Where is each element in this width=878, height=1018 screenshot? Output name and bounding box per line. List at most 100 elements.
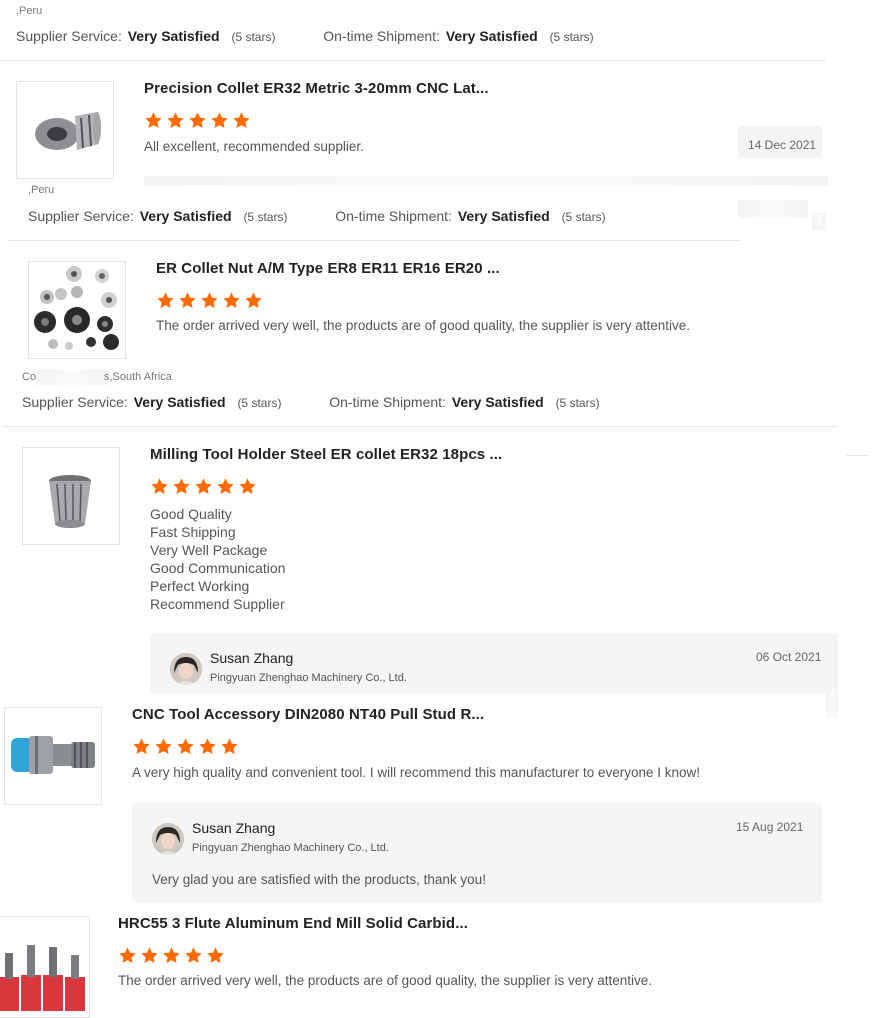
review-text: Good Quality Fast Shipping Very Well Pac… (150, 505, 285, 613)
review-line: Very Well Package (150, 542, 268, 558)
star-icon (200, 291, 219, 310)
supplier-service-label: Supplier Service: (28, 208, 134, 224)
rating-details: Supplier Service: Very Satisfied (5 star… (22, 394, 600, 410)
star-icon (244, 291, 263, 310)
star-icon (166, 111, 185, 130)
reply-text: Very glad you are satisfied with the pro… (152, 872, 486, 887)
star-rating (132, 737, 239, 756)
product-thumbnail[interactable] (4, 707, 102, 805)
divider (2, 426, 838, 427)
avatar (152, 823, 184, 855)
star-icon (156, 291, 175, 310)
blurred-area (144, 176, 828, 186)
product-title[interactable]: Milling Tool Holder Steel ER collet ER32… (150, 446, 502, 463)
shipment-value: Very Satisfied (451, 394, 544, 410)
star-icon (162, 946, 181, 965)
review-line: Fast Shipping (150, 524, 236, 540)
reviewer-country: ,Peru (28, 184, 55, 196)
supplier-service-label: Supplier Service: (22, 394, 128, 410)
supplier-service-stars: (5 stars) (231, 30, 276, 44)
shipment-label: On-time Shipment: (323, 28, 440, 44)
star-icon (132, 737, 151, 756)
star-icon (232, 111, 251, 130)
product-title[interactable]: CNC Tool Accessory DIN2080 NT40 Pull Stu… (132, 706, 484, 723)
reply-date: 15 Aug 2021 (736, 820, 804, 834)
shipment-label: On-time Shipment: (335, 208, 452, 224)
blurred-area (812, 212, 826, 230)
star-icon (172, 477, 191, 496)
reply-author: Susan Zhang (192, 820, 276, 836)
star-icon (140, 946, 159, 965)
supplier-service-label: Supplier Service: (16, 28, 122, 44)
review-text: The order arrived very well, the product… (156, 318, 691, 333)
star-icon (206, 946, 225, 965)
review-line: Recommend Supplier (150, 596, 285, 612)
supplier-service-value: Very Satisfied (127, 28, 220, 44)
star-icon (184, 946, 203, 965)
rating-details: Supplier Service: Very Satisfied (5 star… (16, 28, 594, 44)
end-mill-image (0, 917, 89, 1017)
shipment-stars: (5 stars) (561, 210, 606, 224)
star-rating (156, 291, 263, 310)
avatar-image (170, 653, 202, 685)
collet-image (17, 82, 113, 178)
product-thumbnail[interactable] (28, 261, 126, 359)
supplier-service-stars: (5 stars) (243, 210, 288, 224)
star-icon (216, 477, 235, 496)
shipment-value: Very Satisfied (445, 28, 538, 44)
review-text: The order arrived very well, the product… (118, 973, 653, 988)
product-thumbnail[interactable] (16, 81, 114, 179)
collet-nut-image (29, 262, 125, 358)
product-thumbnail[interactable] (22, 447, 120, 545)
star-icon (194, 477, 213, 496)
blurred-area (738, 200, 808, 218)
divider (8, 240, 740, 241)
star-icon (220, 737, 239, 756)
divider (0, 60, 826, 61)
reply-date: 06 Oct 2021 (756, 650, 822, 664)
star-icon (210, 111, 229, 130)
review-line: Good Quality (150, 506, 232, 522)
shipment-stars: (5 stars) (555, 396, 600, 410)
reviewer-country-prefix: Co (22, 371, 37, 383)
star-icon (222, 291, 241, 310)
review-line: Good Communication (150, 560, 286, 576)
star-icon (238, 477, 257, 496)
star-icon (144, 111, 163, 130)
reply-company: Pingyuan Zhenghao Machinery Co., Ltd. (192, 842, 389, 854)
star-icon (118, 946, 137, 965)
supplier-service-stars: (5 stars) (237, 396, 282, 410)
pull-stud-image (5, 708, 101, 804)
reviewer-country: ,Peru (16, 5, 43, 17)
blurred-area (826, 690, 838, 718)
blurred-area (36, 369, 108, 385)
product-thumbnail[interactable] (0, 916, 90, 1018)
review-text: All excellent, recommended supplier. (144, 139, 364, 154)
star-icon (154, 737, 173, 756)
star-icon (178, 291, 197, 310)
review-text: A very high quality and convenient tool.… (132, 765, 701, 780)
divider (846, 455, 868, 456)
supplier-service-value: Very Satisfied (133, 394, 226, 410)
star-icon (150, 477, 169, 496)
shipment-value: Very Satisfied (457, 208, 550, 224)
review-line: Perfect Working (150, 578, 250, 594)
reply-author: Susan Zhang (210, 650, 294, 666)
product-title[interactable]: ER Collet Nut A/M Type ER8 ER11 ER16 ER2… (156, 260, 500, 277)
avatar (170, 653, 202, 685)
star-icon (198, 737, 217, 756)
supplier-service-value: Very Satisfied (139, 208, 232, 224)
star-rating (118, 946, 225, 965)
star-icon (188, 111, 207, 130)
shipment-label: On-time Shipment: (329, 394, 446, 410)
star-icon (176, 737, 195, 756)
product-title[interactable]: Precision Collet ER32 Metric 3-20mm CNC … (144, 80, 489, 97)
reviewer-country: s,South Africa (104, 371, 172, 383)
star-rating (144, 111, 251, 130)
review-date: 14 Dec 2021 (748, 138, 817, 152)
star-rating (150, 477, 257, 496)
rating-details: Supplier Service: Very Satisfied (5 star… (28, 208, 606, 224)
collet-image (23, 448, 119, 544)
reply-company: Pingyuan Zhenghao Machinery Co., Ltd. (210, 672, 407, 684)
product-title[interactable]: HRC55 3 Flute Aluminum End Mill Solid Ca… (118, 915, 468, 932)
